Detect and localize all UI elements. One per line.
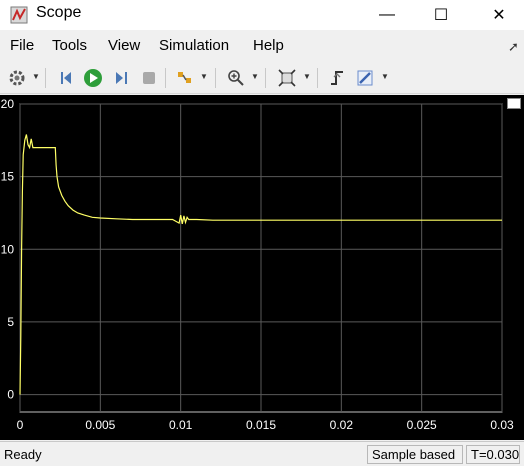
highlight-dropdown-icon[interactable]: ▼	[200, 72, 208, 81]
toolbar-separator	[265, 68, 266, 88]
y-tick-label: 15	[1, 170, 15, 184]
step-back-icon[interactable]	[56, 67, 78, 89]
menu-help[interactable]: Help	[253, 37, 284, 54]
zoom-in-icon[interactable]	[225, 67, 247, 89]
style-dropdown-icon[interactable]: ▼	[381, 72, 389, 81]
simulation-time-indicator: T=0.030	[466, 445, 520, 464]
zoom-dropdown-icon[interactable]: ▼	[251, 72, 259, 81]
maximize-button[interactable]: ☐	[418, 0, 464, 30]
x-tick-label: 0.025	[407, 418, 437, 432]
step-forward-icon[interactable]	[110, 67, 132, 89]
scope-chart: 0 0.005 0.01 0.015 0.02 0.025 0.03 0 5 10 15 20	[1, 97, 514, 432]
scope-plot[interactable]: 0 0.005 0.01 0.015 0.02 0.025 0.03 0 5 10 15 20	[0, 95, 524, 440]
x-tick-label: 0.015	[246, 418, 276, 432]
restore-view-icon[interactable]	[507, 98, 521, 109]
menu-simulation[interactable]: Simulation	[159, 37, 229, 54]
style-icon[interactable]	[354, 67, 376, 89]
toolbar-separator	[165, 68, 166, 88]
x-tick-label: 0.01	[169, 418, 193, 432]
menu-file[interactable]: File	[10, 37, 34, 54]
dock-pin-icon[interactable]: ➚	[508, 39, 519, 55]
settings-dropdown-icon[interactable]: ▼	[32, 72, 40, 81]
toolbar-separator	[317, 68, 318, 88]
toolbar-separator	[45, 68, 46, 88]
y-tick-label: 0	[7, 388, 14, 402]
x-tick-label: 0.02	[330, 418, 354, 432]
window-title: Scope	[36, 4, 82, 21]
close-button[interactable]: ✕	[476, 0, 522, 30]
toolbar-separator	[215, 68, 216, 88]
y-tick-label: 10	[1, 242, 15, 256]
x-tick-label: 0	[17, 418, 24, 432]
run-icon[interactable]	[82, 67, 104, 89]
minimize-button[interactable]: —	[364, 0, 410, 30]
stop-icon[interactable]	[138, 67, 160, 89]
autoscale-icon[interactable]	[276, 67, 298, 89]
autoscale-dropdown-icon[interactable]: ▼	[303, 72, 311, 81]
gear-icon[interactable]	[6, 67, 28, 89]
sample-mode-indicator: Sample based	[367, 445, 463, 464]
y-tick-label: 20	[1, 97, 15, 111]
highlight-icon[interactable]	[174, 67, 196, 89]
menu-view[interactable]: View	[108, 37, 140, 54]
triggers-icon[interactable]	[326, 67, 348, 89]
menu-tools[interactable]: Tools	[52, 37, 87, 54]
toolbar: ▼ ▼ ▼ ▼ ▼	[0, 62, 524, 94]
status-bar: Ready Sample based T=0.030	[0, 441, 524, 466]
status-ready: Ready	[4, 447, 42, 462]
x-tick-label: 0.03	[490, 418, 514, 432]
scope-app-icon	[10, 6, 28, 24]
x-tick-label: 0.005	[85, 418, 115, 432]
menu-bar: File Tools View Simulation Help ➚	[0, 34, 524, 58]
title-bar: Scope — ☐ ✕	[0, 0, 524, 30]
y-tick-label: 5	[7, 315, 14, 329]
